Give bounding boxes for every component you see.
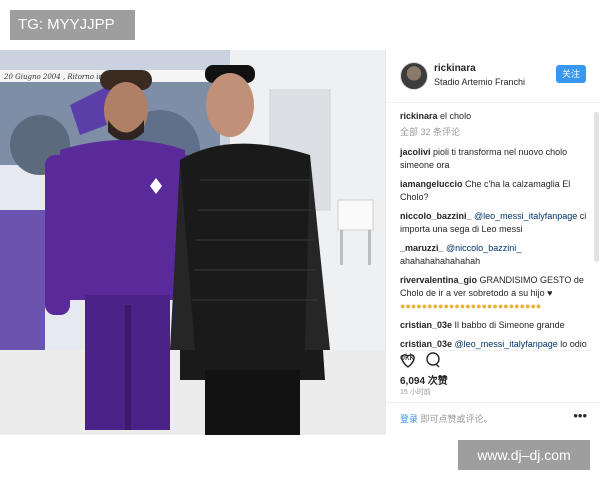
caption-text: el cholo [440, 111, 472, 121]
follow-button[interactable]: 关注 [556, 65, 586, 83]
post-timestamp: 15 小时前 [400, 389, 431, 396]
comment-mention[interactable]: @niccolo_bazzini_ [444, 243, 521, 253]
comment-item: iamangeluccio Che c'ha la calzamaglia El… [400, 178, 590, 204]
comment-mention[interactable]: @leo_messi_italyfanpage [472, 211, 577, 221]
comment-username[interactable]: cristian_03e [400, 339, 452, 349]
comment-text: ahahahahahahahah [400, 256, 481, 266]
comments-scrollbar[interactable] [594, 112, 599, 262]
comment-username[interactable]: niccolo_bazzini_ [400, 211, 472, 221]
post-photo[interactable]: 20 Giugno 2004 , Ritorno in Paradiso [0, 50, 385, 435]
comment-item: rivervalentina_gio GRANDISIMO GESTO de C… [400, 274, 590, 313]
comment-text: Il babbo di Simeone grande [452, 320, 565, 330]
comment-username[interactable]: cristian_03e [400, 320, 452, 330]
watermark-bottom: www.dj–dj.com [458, 440, 590, 470]
comments-list: rickinara el cholo 全部 32 条评论 jacolivi pi… [400, 110, 590, 370]
more-options-icon[interactable]: ••• [573, 408, 587, 423]
watermark-top: TG: MYYJJPP [10, 10, 135, 40]
post-location[interactable]: Stadio Artemio Franchi [434, 77, 525, 87]
login-prompt-text: 即可点赞或评论。 [418, 414, 493, 424]
comment-username[interactable]: jacolivi [400, 147, 431, 157]
comment-username[interactable]: rivervalentina_gio [400, 275, 477, 285]
post-sidebar: rickinara Stadio Artemio Franchi 关注 rick… [385, 50, 600, 435]
comment-item: jacolivi pioli ti transforma nel nuovo c… [400, 146, 590, 172]
caption-username[interactable]: rickinara [400, 111, 438, 121]
login-link[interactable]: 登录 [400, 414, 418, 424]
caption: rickinara el cholo [400, 110, 590, 123]
login-prompt: 登录 即可点赞或评论。 [400, 412, 493, 425]
comment-mention[interactable]: @leo_messi_italyfanpage [452, 339, 558, 349]
comment-item: niccolo_bazzini_ @leo_messi_italyfanpage… [400, 210, 590, 236]
comment-emojis: ●●●●●●●●●●●●●●●●●●●●●●●●●● [400, 301, 542, 311]
comment-icon [426, 352, 440, 368]
post-username[interactable]: rickinara [434, 63, 476, 74]
comment-username[interactable]: _maruzzi_ [400, 243, 444, 253]
photo-illustration: 20 Giugno 2004 , Ritorno in Paradiso [0, 50, 385, 435]
avatar[interactable] [400, 62, 428, 90]
add-comment-bar: 登录 即可点赞或评论。 ••• [386, 402, 600, 435]
comment-username[interactable]: iamangeluccio [400, 179, 463, 189]
heart-icon [401, 354, 415, 368]
all-comments-link[interactable]: 全部 32 条评论 [400, 126, 590, 139]
comment-item: _maruzzi_ @niccolo_bazzini_ ahahahahahah… [400, 242, 590, 268]
post-header: rickinara Stadio Artemio Franchi 关注 [386, 50, 600, 103]
comment-item: cristian_03e Il babbo di Simeone grande [400, 319, 590, 332]
likes-count[interactable]: 6,094 次赞 [400, 372, 448, 387]
